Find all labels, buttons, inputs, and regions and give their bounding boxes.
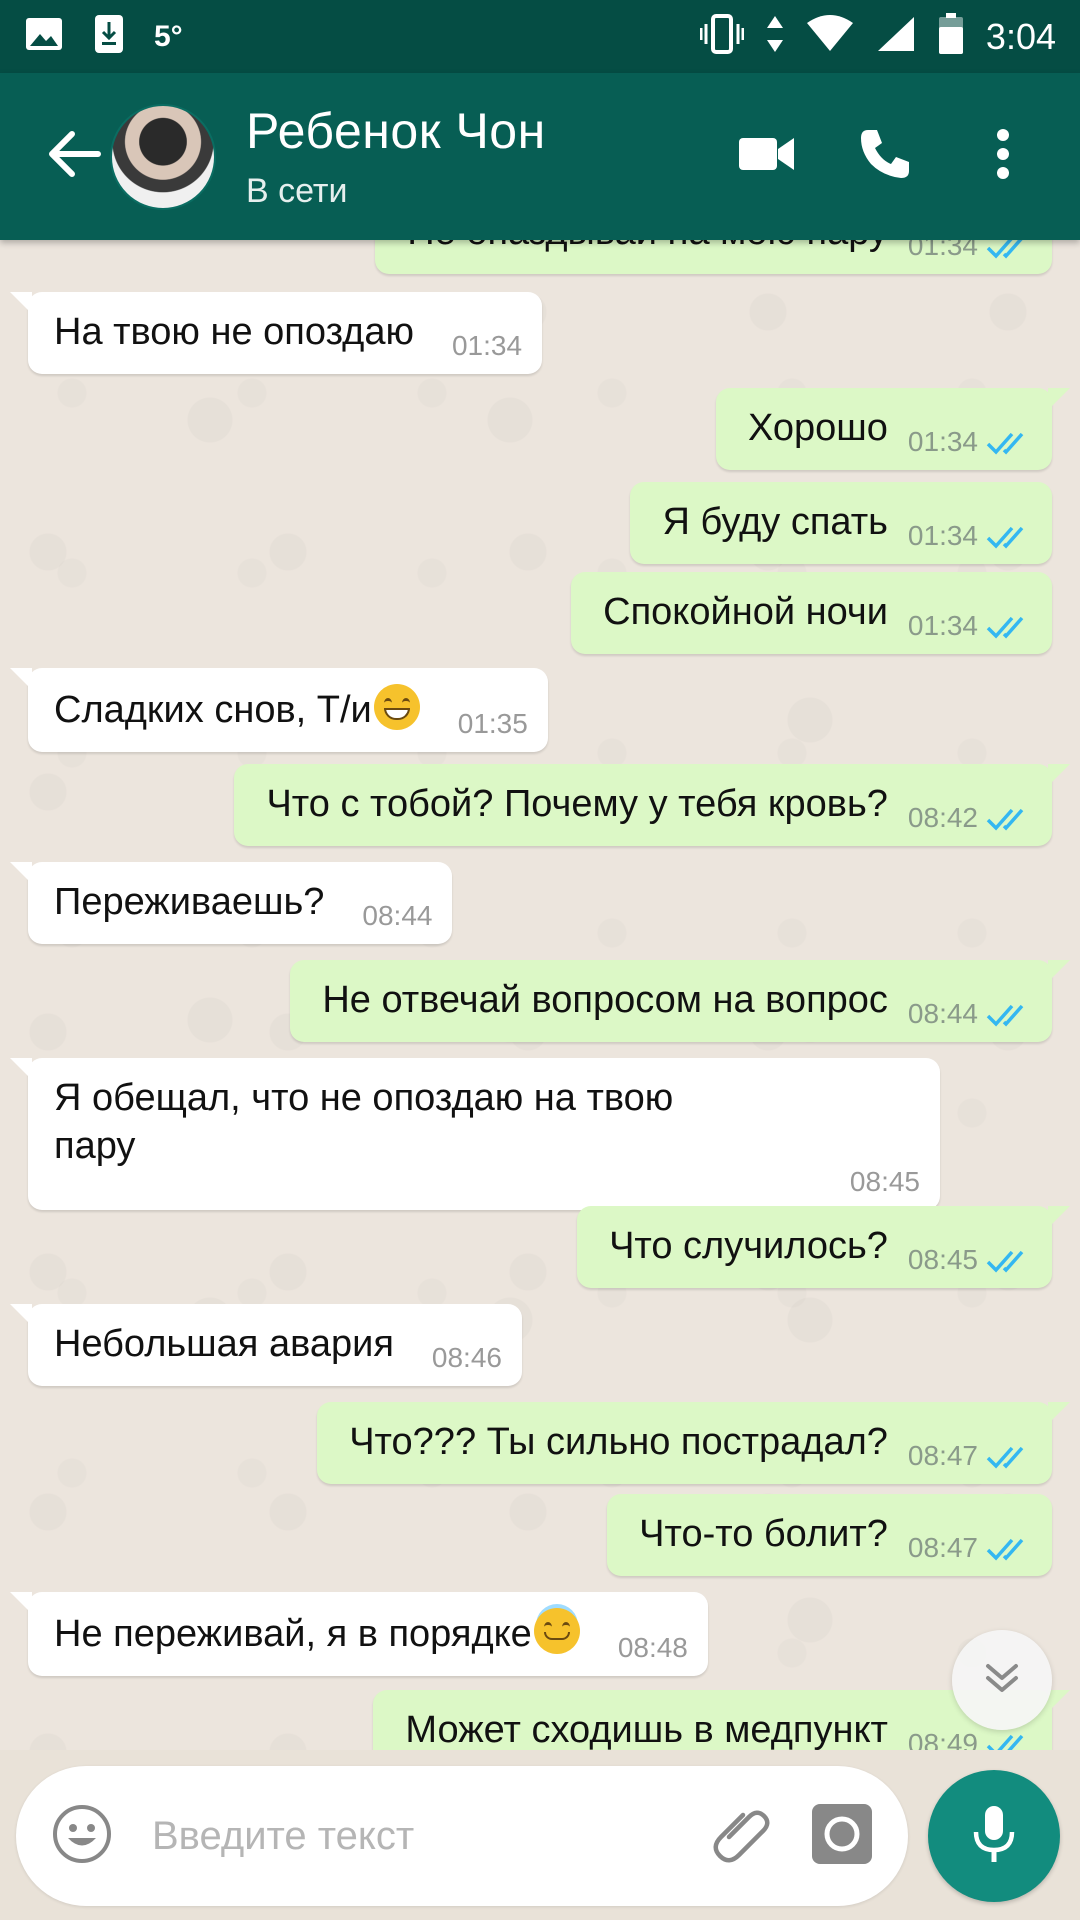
battery-icon	[938, 13, 964, 60]
double-check-icon	[986, 614, 1032, 640]
message-incoming[interactable]: Не переживай, я в порядке 08:48	[10, 1592, 708, 1676]
message-time: 08:48	[617, 1632, 688, 1663]
message-text: Что??? Ты сильно пострадал?	[349, 1421, 888, 1463]
message-time: 01:34	[907, 610, 978, 641]
vibrate-icon	[699, 14, 745, 59]
composer	[16, 1766, 908, 1906]
message-text: Небольшая авария	[54, 1323, 394, 1365]
emoji-icon	[51, 1803, 113, 1870]
message-text: Что-то болит?	[639, 1513, 888, 1555]
emoji-button[interactable]	[42, 1796, 122, 1876]
status-bar: 5° 3:04	[0, 0, 1080, 73]
message-time: 01:34	[451, 330, 523, 361]
message-time: 08:44	[907, 998, 978, 1029]
message-text: Что с тобой? Почему у тебя кровь?	[266, 783, 888, 825]
message-outgoing[interactable]: Хорошо 01:34	[715, 388, 1071, 470]
message-text: Переживаешь?	[54, 881, 325, 923]
double-check-icon	[986, 1002, 1032, 1028]
message-outgoing[interactable]: Что случилось? 08:45	[577, 1206, 1070, 1288]
double-check-icon	[986, 1732, 1032, 1750]
message-text: Не опаздывай на мою пару	[407, 240, 888, 256]
back-arrow-icon	[46, 129, 102, 184]
message-text: Не отвечай вопросом на вопрос	[322, 979, 888, 1021]
back-button[interactable]	[28, 97, 120, 217]
chat-header: Ребенок Чон В сети	[0, 73, 1080, 240]
message-text: Сладких снов, Т/и	[54, 689, 372, 731]
scroll-to-bottom-button[interactable]	[952, 1630, 1052, 1730]
double-check-icon	[986, 240, 1032, 260]
message-text: Хорошо	[747, 407, 888, 449]
message-time: 01:34	[907, 426, 978, 457]
smiling-face-with-halo-icon	[533, 1608, 580, 1654]
message-incoming[interactable]: Переживаешь? 08:44	[9, 862, 453, 944]
message-time: 08:45	[907, 1244, 978, 1275]
message-outgoing[interactable]: Что-то болит? 08:47	[607, 1494, 1052, 1576]
attach-button[interactable]	[702, 1796, 782, 1876]
mic-icon	[972, 1804, 1016, 1869]
camera-icon	[810, 1802, 874, 1871]
message-time: 08:46	[431, 1342, 502, 1373]
message-text: Спокойной ночи	[603, 591, 888, 633]
message-outgoing[interactable]: Что??? Ты сильно пострадал? 08:47	[317, 1402, 1070, 1484]
message-time: 08:42	[907, 802, 978, 833]
message-text: На твою не опоздаю	[54, 311, 414, 353]
video-call-button[interactable]	[708, 98, 826, 216]
message-time: 08:47	[907, 1532, 978, 1563]
message-time: 08:44	[362, 900, 433, 931]
message-incoming[interactable]: На твою не опоздаю 01:34	[9, 292, 543, 374]
contact-status: В сети	[246, 172, 348, 210]
message-time: 01:34	[907, 520, 978, 551]
message-text: Что случилось?	[609, 1225, 888, 1267]
message-time: 08:45	[849, 1166, 920, 1197]
more-options-button[interactable]	[944, 98, 1062, 216]
double-check-icon	[986, 524, 1032, 550]
chevron-double-down-icon	[982, 1658, 1022, 1703]
signal-icon	[876, 15, 916, 58]
more-vert-icon	[995, 128, 1011, 185]
attach-icon	[711, 1803, 773, 1870]
message-input[interactable]	[152, 1813, 702, 1859]
message-text: Я буду спать	[662, 501, 888, 543]
message-outgoing[interactable]: Не отвечай вопросом на вопрос 08:44	[290, 960, 1070, 1042]
temperature: 5°	[154, 19, 183, 53]
message-text: Не переживай, я в порядке	[54, 1613, 532, 1655]
contact-name: Ребенок Чон	[246, 103, 546, 159]
chat-area[interactable]: Не опаздывай на мою пару 01:34 На твою н…	[0, 240, 1080, 1750]
voice-record-button[interactable]	[928, 1770, 1060, 1902]
double-check-icon	[986, 1248, 1032, 1274]
clock: 3:04	[985, 15, 1056, 57]
camera-button[interactable]	[802, 1796, 882, 1876]
voice-call-button[interactable]	[826, 98, 944, 216]
avatar[interactable]	[110, 103, 216, 210]
grinning-face-icon	[373, 684, 420, 730]
double-check-icon	[986, 430, 1032, 456]
image-icon	[24, 16, 64, 57]
message-outgoing[interactable]: Я буду спать 01:34	[630, 482, 1052, 564]
message-incoming[interactable]: Я обещал, что не опоздаю на твою пару 08…	[10, 1058, 940, 1210]
message-text: Может сходишь в медпункт	[405, 1709, 888, 1750]
message-time: 01:35	[457, 708, 528, 739]
message-outgoing[interactable]: Не опаздывай на мою пару 01:34	[375, 240, 1052, 274]
double-check-icon	[986, 1444, 1032, 1470]
message-outgoing[interactable]: Спокойной ночи 01:34	[571, 572, 1052, 654]
message-time: 08:49	[907, 1728, 978, 1750]
message-time: 01:34	[907, 240, 978, 261]
message-text: Я обещал, что не опоздаю на твою пару	[54, 1077, 674, 1167]
wifi-icon	[806, 15, 854, 58]
phone-icon	[857, 126, 913, 187]
message-time: 08:47	[907, 1440, 978, 1471]
video-call-icon	[738, 134, 796, 179]
download-icon	[94, 14, 124, 59]
message-outgoing[interactable]: Может сходишь в медпункт 08:49	[373, 1690, 1070, 1750]
double-check-icon	[986, 806, 1032, 832]
double-check-icon	[986, 1536, 1032, 1562]
message-incoming[interactable]: Небольшая авария 08:46	[10, 1304, 522, 1386]
message-outgoing[interactable]: Что с тобой? Почему у тебя кровь? 08:42	[234, 764, 1070, 846]
message-incoming[interactable]: Сладких снов, Т/и 01:35	[10, 668, 548, 752]
data-arrows-icon	[766, 14, 784, 59]
contact-info[interactable]: Ребенок Чон В сети	[246, 102, 546, 211]
